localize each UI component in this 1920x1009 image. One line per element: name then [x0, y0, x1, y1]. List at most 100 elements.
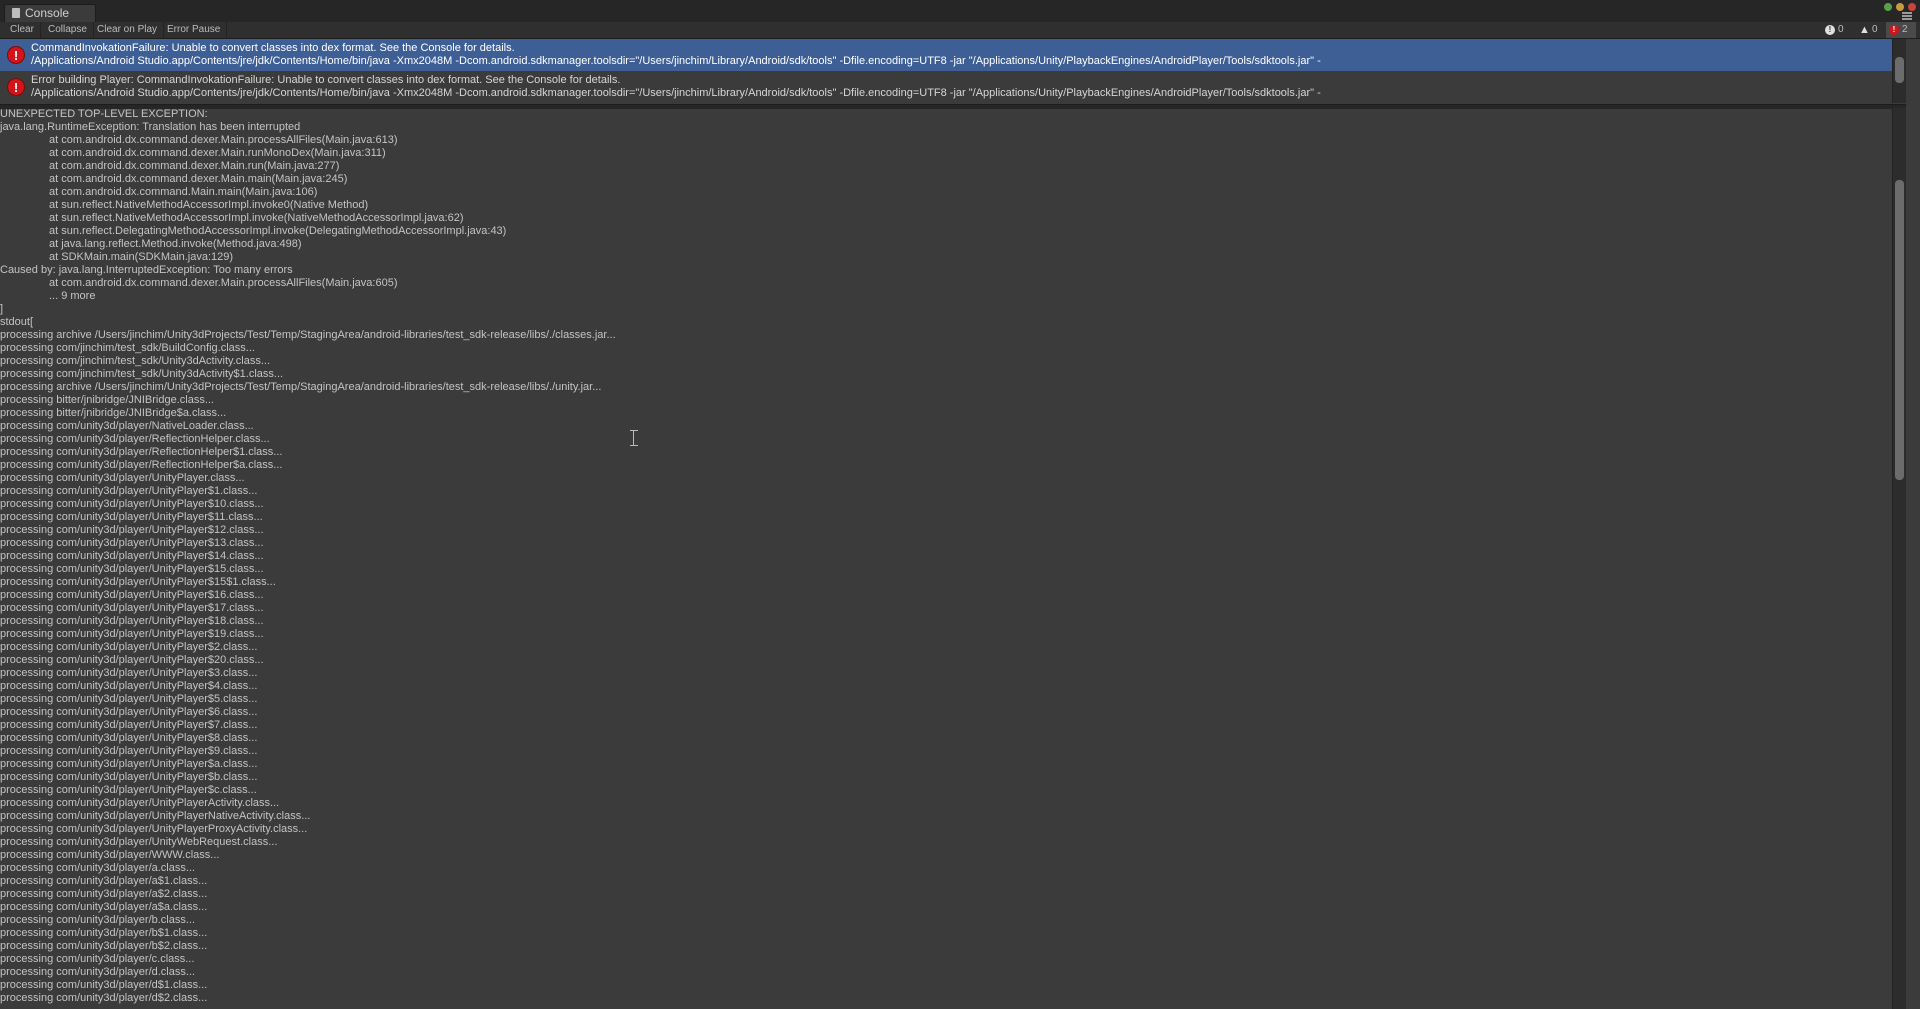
stacktrace-line: processing com/unity3d/player/UnityPlaye… [0, 563, 264, 575]
clear-button[interactable]: Clear [4, 22, 41, 38]
stacktrace-text[interactable]: UNEXPECTED TOP-LEVEL EXCEPTION: java.lang… [0, 108, 1906, 1005]
stacktrace-line: processing bitter/jnibridge/JNIBridge.cl… [0, 394, 214, 406]
console-tab-label: Console [25, 6, 70, 20]
stacktrace-line: processing archive /Users/jinchim/Unity3… [0, 329, 616, 341]
warning-count: 0 [1872, 24, 1878, 35]
stacktrace-line: processing com/unity3d/player/a$2.class.… [0, 888, 208, 900]
error-counter-toggle[interactable]: ! 2 [1886, 22, 1916, 38]
stacktrace-line: processing com/unity3d/player/c.class... [0, 953, 195, 965]
stacktrace-line: at com.android.dx.command.dexer.Main.pro… [49, 277, 398, 289]
stacktrace-line: processing com/unity3d/player/Reflection… [0, 433, 270, 445]
stacktrace-line: processing com/unity3d/player/UnityPlaye… [0, 589, 264, 601]
error-pause-button[interactable]: Error Pause [161, 22, 228, 38]
stacktrace-line: processing com/unity3d/player/a$1.class.… [0, 875, 208, 887]
stacktrace-line: processing com/unity3d/player/UnityPlaye… [0, 680, 258, 692]
stacktrace-line: processing com/unity3d/player/Reflection… [0, 446, 283, 458]
stacktrace-line: processing com/jinchim/test_sdk/Unity3dA… [0, 355, 270, 367]
stacktrace-line: processing com/unity3d/player/b$2.class.… [0, 940, 208, 952]
stacktrace-line: processing com/unity3d/player/UnityPlaye… [0, 693, 258, 705]
stacktrace-line: ] [0, 303, 4, 315]
info-icon: ! [1825, 25, 1835, 35]
log-entry-detail: /Applications/Android Studio.app/Content… [31, 87, 1321, 99]
stacktrace-line: Caused by: java.lang.InterruptedExceptio… [0, 264, 293, 276]
stacktrace-line: processing com/unity3d/player/d$2.class.… [0, 992, 208, 1004]
stacktrace-line: processing com/unity3d/player/a.class... [0, 862, 196, 874]
stacktrace-line: processing com/unity3d/player/UnityPlaye… [0, 745, 258, 757]
info-count: 0 [1838, 24, 1844, 35]
log-entry-message: CommandInvokationFailure: Unable to conv… [31, 42, 515, 54]
stacktrace-line: at com.android.dx.command.dexer.Main.pro… [49, 134, 398, 146]
stacktrace-line: processing com/unity3d/player/UnityPlaye… [0, 654, 264, 666]
log-entry-message: Error building Player: CommandInvokation… [31, 74, 621, 86]
stacktrace-line: processing com/unity3d/player/UnityPlaye… [0, 771, 258, 783]
entries-scrollbar-thumb[interactable] [1895, 57, 1904, 83]
log-entry[interactable]: ! Error building Player: CommandInvokati… [0, 71, 1906, 103]
console-toolbar: Clear Collapse Clear on Play Error Pause… [0, 22, 1920, 39]
stacktrace-line: processing com/unity3d/player/WWW.class.… [0, 849, 220, 861]
stacktrace-line: processing com/unity3d/player/UnityPlaye… [0, 576, 276, 588]
stacktrace-line: processing com/unity3d/player/UnityPlaye… [0, 784, 257, 796]
stacktrace-line: ... 9 more [49, 290, 96, 302]
entries-scrollbar[interactable] [1892, 39, 1906, 103]
stacktrace-line: processing com/jinchim/test_sdk/Unity3dA… [0, 368, 284, 380]
stacktrace-line: processing bitter/jnibridge/JNIBridge$a.… [0, 407, 227, 419]
stacktrace-line: at SDKMain.main(SDKMain.java:129) [49, 251, 234, 263]
stacktrace-line: processing com/unity3d/player/UnityPlaye… [0, 498, 264, 510]
stacktrace-line: processing com/unity3d/player/UnityPlaye… [0, 602, 264, 614]
console-tab[interactable]: Console [4, 4, 96, 22]
stacktrace-line: at java.lang.reflect.Method.invoke(Metho… [49, 238, 302, 250]
stacktrace-line: processing com/unity3d/player/b.class... [0, 914, 196, 926]
context-menu-icon[interactable] [1902, 12, 1912, 20]
log-entries-list: ! CommandInvokationFailure: Unable to co… [0, 39, 1906, 103]
stacktrace-line: processing com/unity3d/player/UnityPlaye… [0, 550, 264, 562]
stacktrace-line: processing com/unity3d/player/UnityPlaye… [0, 524, 264, 536]
stacktrace-line: processing com/unity3d/player/UnityPlaye… [0, 732, 258, 744]
log-entry-detail: /Applications/Android Studio.app/Content… [31, 55, 1321, 67]
stacktrace-line: at com.android.dx.command.dexer.Main.mai… [49, 173, 348, 185]
stacktrace-line: processing com/unity3d/player/UnityPlaye… [0, 719, 258, 731]
stacktrace-line: processing archive /Users/jinchim/Unity3… [0, 381, 602, 393]
stacktrace-line: processing com/unity3d/player/Reflection… [0, 459, 283, 471]
stacktrace-line: processing com/jinchim/test_sdk/BuildCon… [0, 342, 255, 354]
text-cursor-icon [630, 430, 638, 446]
info-counter-toggle[interactable]: ! 0 [1822, 22, 1852, 38]
title-bar: Console [0, 0, 1920, 22]
stacktrace-line: processing com/unity3d/player/UnityPlaye… [0, 537, 264, 549]
console-icon [12, 8, 20, 18]
stacktrace-line: UNEXPECTED TOP-LEVEL EXCEPTION: [0, 108, 208, 120]
stacktrace-line: at com.android.dx.command.Main.main(Main… [49, 186, 318, 198]
stacktrace-line: processing com/unity3d/player/NativeLoad… [0, 420, 254, 432]
window-close-icon[interactable] [1908, 3, 1916, 11]
error-icon: ! [7, 78, 25, 96]
stacktrace-line: processing com/unity3d/player/UnityPlaye… [0, 667, 258, 679]
stacktrace-line: java.lang.RuntimeException: Translation … [0, 121, 301, 133]
stacktrace-line: at sun.reflect.NativeMethodAccessorImpl.… [49, 212, 464, 224]
stacktrace-line: at sun.reflect.DelegatingMethodAccessorI… [49, 225, 507, 237]
window-maximize-icon[interactable] [1884, 3, 1892, 11]
error-icon: ! [1889, 25, 1899, 35]
log-entry[interactable]: ! CommandInvokationFailure: Unable to co… [0, 39, 1906, 71]
stacktrace-line: at sun.reflect.NativeMethodAccessorImpl.… [49, 199, 369, 211]
stacktrace-line: processing com/unity3d/player/UnityPlaye… [0, 706, 258, 718]
stacktrace-line: stdout[ [0, 316, 34, 328]
collapse-button[interactable]: Collapse [42, 22, 94, 38]
warning-icon: ▲ [1859, 24, 1870, 36]
stacktrace-line: processing com/unity3d/player/d$1.class.… [0, 979, 208, 991]
stacktrace-scrollbar-thumb[interactable] [1895, 180, 1904, 480]
stacktrace-line: processing com/unity3d/player/UnityPlaye… [0, 485, 258, 497]
warning-counter-toggle[interactable]: ▲ 0 [1856, 22, 1886, 38]
stacktrace-line: processing com/unity3d/player/UnityPlaye… [0, 758, 258, 770]
stacktrace-line: at com.android.dx.command.dexer.Main.run… [49, 147, 386, 159]
stacktrace-line: processing com/unity3d/player/UnityPlaye… [0, 641, 258, 653]
stacktrace-line: processing com/unity3d/player/UnityPlaye… [0, 628, 264, 640]
stacktrace-scrollbar[interactable] [1892, 108, 1906, 1009]
error-count: 2 [1902, 24, 1908, 35]
stacktrace-line: processing com/unity3d/player/UnityPlaye… [0, 797, 280, 809]
stacktrace-line: processing com/unity3d/player/UnityPlaye… [0, 615, 264, 627]
clear-on-play-button[interactable]: Clear on Play [91, 22, 165, 38]
window-minimize-icon[interactable] [1896, 3, 1904, 11]
stacktrace-line: processing com/unity3d/player/UnityPlaye… [0, 511, 263, 523]
error-icon: ! [7, 46, 25, 64]
stacktrace-line: processing com/unity3d/player/UnityPlaye… [0, 472, 245, 484]
stacktrace-line: processing com/unity3d/player/UnityWebRe… [0, 836, 278, 848]
